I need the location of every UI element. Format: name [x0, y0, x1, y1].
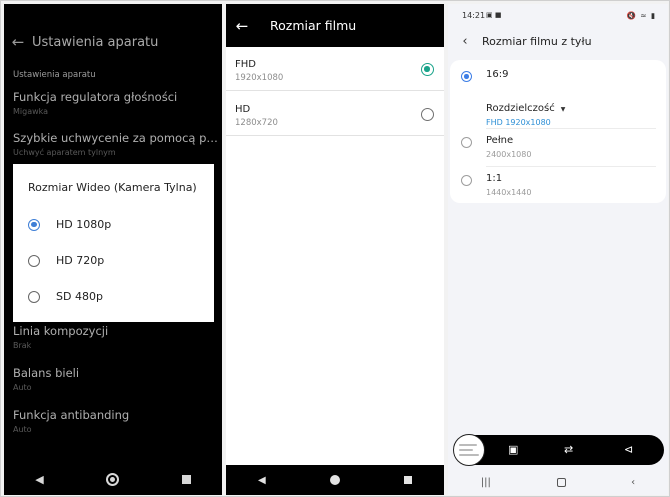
- dropdown-arrow-icon[interactable]: ▼: [561, 106, 566, 113]
- page-title: Rozmiar filmu z tyłu: [482, 34, 592, 48]
- share-icon[interactable]: ⊲: [624, 443, 633, 456]
- option-hd[interactable]: HD 1280x720: [226, 92, 444, 136]
- status-time: 14:21: [462, 11, 486, 20]
- option-hd-720p[interactable]: HD 720p: [28, 254, 104, 267]
- option-title: 1:1: [486, 173, 503, 184]
- recents-icon[interactable]: [181, 474, 191, 484]
- option-title: FHD: [235, 59, 256, 70]
- screenshot-thumbnail[interactable]: [453, 434, 485, 466]
- resolution-dropdown[interactable]: Rozdzielczość ▼ FHD 1920x1080: [486, 96, 565, 127]
- status-bar: 14:21 ▣ ■ 🔇 ≈ ▮: [448, 4, 668, 26]
- recents-icon[interactable]: [403, 476, 412, 484]
- back-triangle-icon[interactable]: ◀: [258, 475, 266, 486]
- divider: [486, 166, 656, 167]
- screenshot-toolbar: ▣ ⇄ ⊲: [453, 434, 664, 466]
- radio-icon[interactable]: [461, 137, 472, 148]
- crop-edit-icon[interactable]: ⇄: [564, 443, 573, 456]
- option-label: HD 720p: [56, 254, 105, 267]
- options-card: 16:9 Rozdzielczość ▼ FHD 1920x1080 Pełne …: [450, 60, 666, 203]
- phone-video-size: ← Rozmiar filmu FHD 1920x1080 HD 1280x72…: [226, 4, 444, 495]
- dialog-title: Rozmiar Wideo (Kamera Tylna): [28, 181, 197, 194]
- notification-icons: ▣ ■: [486, 11, 502, 19]
- dropdown-label: Rozdzielczość: [486, 103, 555, 114]
- option-title: 16:9: [486, 69, 509, 80]
- recents-icon[interactable]: |||: [481, 477, 491, 488]
- radio-icon[interactable]: [421, 108, 434, 121]
- back-arrow-icon[interactable]: ←: [226, 17, 258, 35]
- navigation-bar: ◀: [4, 463, 222, 495]
- page-title: Rozmiar filmu: [270, 18, 357, 33]
- navigation-bar: ||| ‹: [448, 469, 668, 495]
- status-icons: 🔇 ≈ ▮: [626, 11, 656, 20]
- option-label: SD 480p: [56, 290, 103, 303]
- option-resolution: 2400x1080: [486, 150, 532, 159]
- phone-camera-settings: ← Ustawienia aparatu Ustawienia aparatu …: [4, 4, 222, 495]
- chevron-left-icon[interactable]: ‹: [448, 34, 482, 49]
- radio-selected-icon[interactable]: [28, 218, 40, 231]
- option-resolution: 1920x1080: [235, 73, 284, 83]
- divider: [486, 128, 656, 129]
- home-icon[interactable]: [329, 475, 340, 485]
- navigation-bar: ◀: [226, 465, 444, 495]
- radio-icon[interactable]: [28, 290, 40, 303]
- video-size-dialog: Rozmiar Wideo (Kamera Tylna) HD 1080p HD…: [13, 164, 214, 322]
- header: ‹ Rozmiar filmu z tyłu: [448, 28, 668, 54]
- back-triangle-icon[interactable]: ◀: [35, 473, 43, 486]
- home-icon[interactable]: [106, 472, 120, 486]
- phone-rear-video-size: 14:21 ▣ ■ 🔇 ≈ ▮ ‹ Rozmiar filmu z tyłu 1…: [448, 4, 668, 495]
- scroll-capture-icon[interactable]: ▣: [508, 443, 518, 456]
- option-resolution: 1440x1440: [486, 188, 532, 197]
- back-chevron-icon[interactable]: ‹: [631, 477, 635, 488]
- option-label: HD 1080p: [56, 218, 112, 231]
- radio-icon[interactable]: [461, 175, 472, 186]
- option-resolution: 1280x720: [235, 118, 278, 128]
- option-title: HD: [235, 104, 251, 115]
- option-title: Pełne: [486, 135, 514, 146]
- radio-selected-icon[interactable]: [461, 71, 472, 82]
- header: ← Rozmiar filmu: [226, 4, 444, 47]
- option-sd-480p[interactable]: SD 480p: [28, 290, 103, 303]
- radio-selected-icon[interactable]: [421, 63, 434, 76]
- dropdown-value: FHD 1920x1080: [486, 118, 551, 127]
- option-hd-1080p[interactable]: HD 1080p: [28, 218, 111, 231]
- radio-icon[interactable]: [28, 254, 40, 267]
- option-fhd[interactable]: FHD 1920x1080: [226, 47, 444, 91]
- screenshot-frame: ← Ustawienia aparatu Ustawienia aparatu …: [0, 0, 670, 497]
- home-icon[interactable]: [556, 477, 566, 487]
